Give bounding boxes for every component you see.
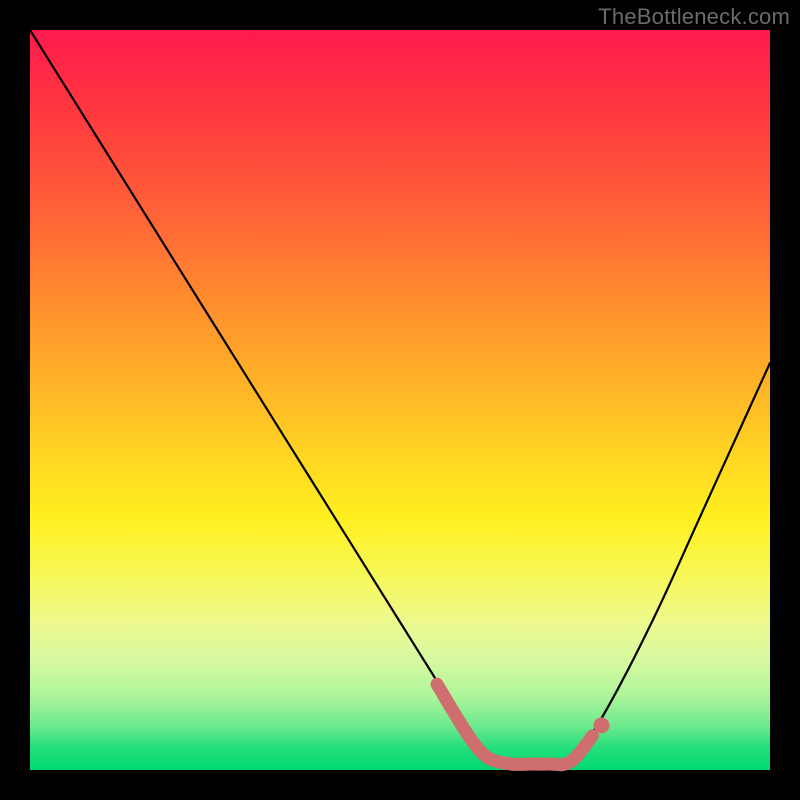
highlight-segment [437, 684, 592, 765]
chart-frame: TheBottleneck.com [0, 0, 800, 800]
curve-overlay [30, 30, 770, 770]
plot-area [30, 30, 770, 770]
highlight-end-dot [594, 717, 610, 733]
bottleneck-curve-path [30, 30, 770, 767]
watermark-text: TheBottleneck.com [598, 4, 790, 30]
